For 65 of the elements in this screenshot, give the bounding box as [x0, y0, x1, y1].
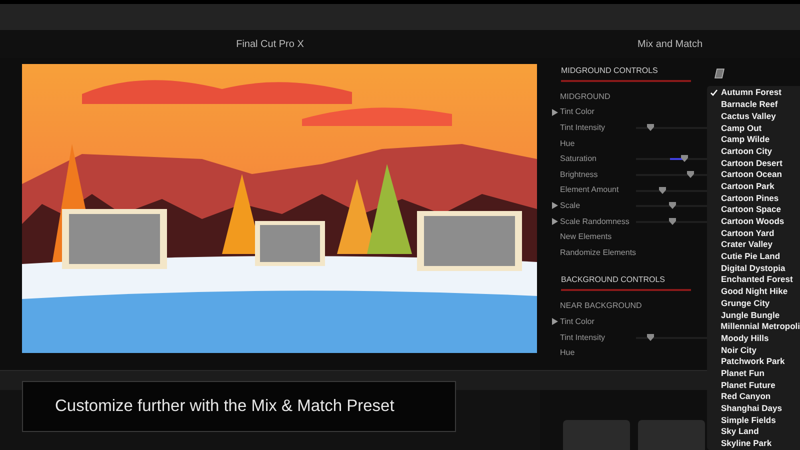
disclosure-triangle-icon[interactable]	[552, 318, 558, 326]
menu-item[interactable]: Skyline Park	[721, 437, 772, 450]
menu-item[interactable]: Barnacle Reef	[721, 98, 778, 111]
menu-item[interactable]: Cartoon Desert	[721, 156, 782, 170]
slider-thumb[interactable]	[668, 218, 676, 225]
menu-item[interactable]: Cartoon Woods	[721, 215, 784, 228]
slider-thumb[interactable]	[647, 124, 654, 132]
slider-thumb[interactable]	[659, 186, 666, 194]
control-label[interactable]: Tint Color	[560, 106, 594, 118]
control-label: Element Amount	[560, 184, 619, 196]
control-label: Tint Intensity	[560, 332, 606, 344]
slider-thumb[interactable]	[647, 334, 654, 341]
caption-text: Customize further with the Mix & Match Preset	[55, 396, 394, 418]
menu-item[interactable]: Red Canyon	[721, 390, 771, 404]
group-label: MIDGROUND	[560, 90, 610, 103]
disclosure-triangle-icon[interactable]	[552, 108, 558, 116]
menu-item[interactable]: Patchwork Park	[721, 355, 785, 368]
layers-icon[interactable]	[714, 68, 725, 78]
control-label[interactable]: Hue	[560, 347, 575, 360]
menu-item[interactable]: Autumn Forest	[721, 86, 782, 100]
control-label: Scale	[560, 200, 580, 212]
viewer-title: Final Cut Pro X	[236, 38, 304, 52]
menu-item[interactable]: Cartoon Space	[721, 203, 781, 216]
menu-item[interactable]: Camp Out	[721, 122, 762, 134]
menu-item[interactable]: Crater Valley	[721, 238, 773, 252]
menu-item[interactable]: Moody Hills	[721, 332, 769, 345]
menu-item[interactable]: Cartoon Yard	[721, 226, 774, 240]
control-label: Brightness	[560, 168, 598, 181]
menu-item[interactable]: Camp Wilde	[721, 133, 770, 146]
menu-item[interactable]: Cutie Pie Land	[721, 250, 780, 263]
section-heading: BACKGROUND CONTROLS	[561, 274, 691, 292]
menu-item[interactable]: Cartoon City	[721, 144, 772, 158]
preset-thumbnail[interactable]	[563, 420, 630, 450]
control-label: Scale Randomness	[560, 216, 630, 228]
menu-item[interactable]: Enchanted Forest	[721, 273, 793, 286]
slider-thumb[interactable]	[687, 170, 694, 178]
menu-item[interactable]: Simple Fields	[721, 414, 776, 426]
menu-item[interactable]: Cactus Valley	[721, 110, 776, 123]
slider-thumb[interactable]	[681, 155, 688, 162]
control-label[interactable]: Randomize Elements	[560, 246, 636, 259]
slider-thumb[interactable]	[668, 202, 676, 210]
menu-item[interactable]: Planet Future	[721, 378, 776, 392]
panel-title: Mix and Match	[637, 38, 703, 52]
menu-item[interactable]: Noir City	[721, 344, 756, 356]
menu-item[interactable]: Grunge City	[721, 296, 770, 310]
section-heading: MIDGROUND CONTROLS	[561, 64, 691, 82]
control-label: Saturation	[560, 153, 596, 166]
control-label[interactable]: Hue	[560, 138, 575, 150]
disclosure-triangle-icon[interactable]	[552, 202, 558, 210]
menu-item[interactable]: Planet Fun	[721, 366, 764, 380]
menu-item[interactable]: Millennial Metropoli	[720, 320, 800, 333]
group-label: NEAR BACKGROUND	[560, 300, 642, 312]
menu-item[interactable]: Cartoon Pines	[721, 192, 779, 204]
menu-item[interactable]: Good Night Hike	[721, 285, 788, 298]
control-label[interactable]: New Elements	[560, 231, 612, 244]
control-label[interactable]: Tint Color	[560, 316, 594, 328]
menu-item[interactable]: Sky Land	[721, 425, 759, 438]
menu-item[interactable]: Cartoon Ocean	[721, 168, 782, 182]
menu-item[interactable]: Shanghai Days	[721, 402, 782, 415]
control-label: Tint Intensity	[560, 122, 606, 134]
disclosure-triangle-icon[interactable]	[552, 218, 558, 226]
preset-thumbnail[interactable]	[638, 420, 705, 450]
menu-item[interactable]: Digital Dystopia	[721, 262, 786, 275]
menu-item[interactable]: Cartoon Park	[721, 180, 774, 193]
menu-item[interactable]: Jungle Bungle	[721, 308, 780, 322]
